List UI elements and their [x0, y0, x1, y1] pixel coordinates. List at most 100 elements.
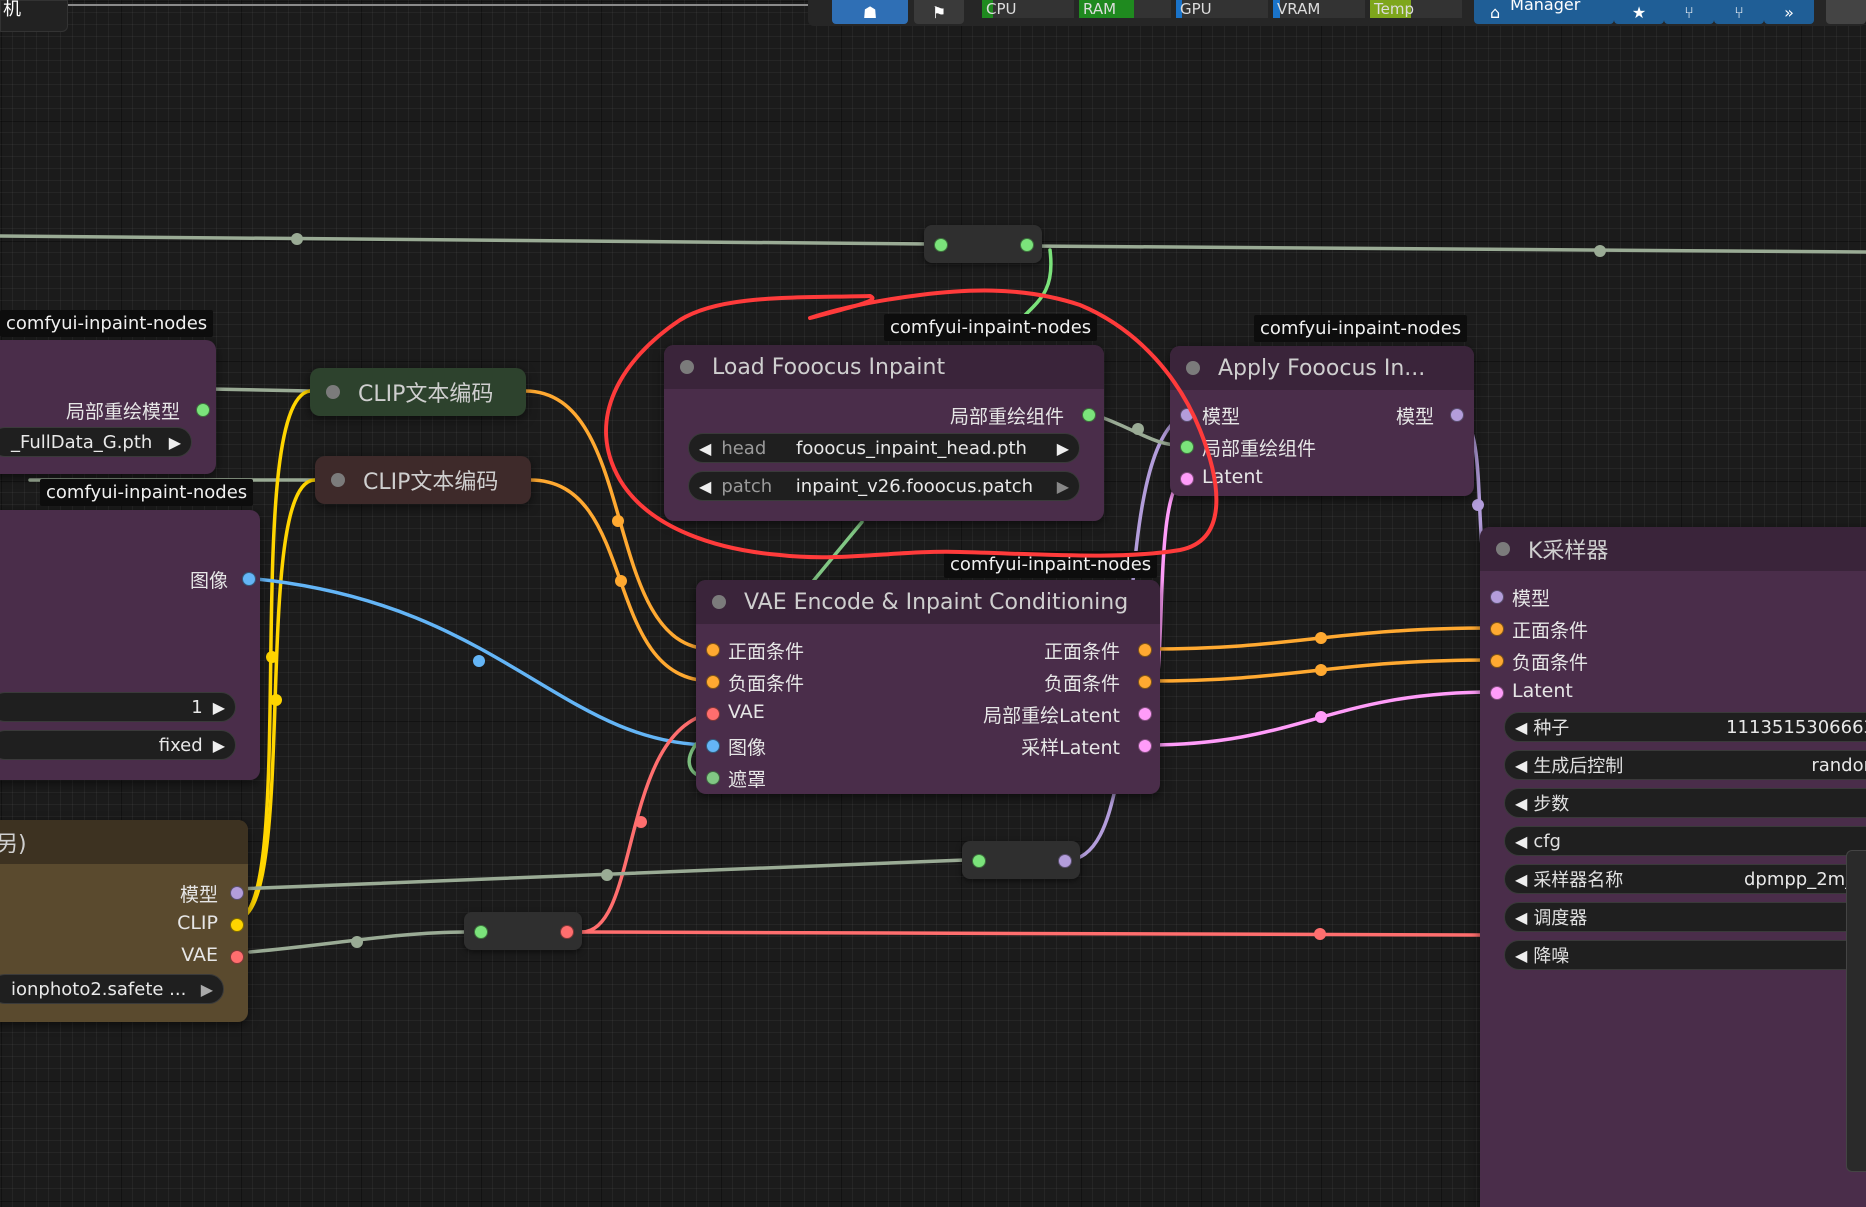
- wire-model-bottom: [234, 858, 967, 891]
- pin-latent-in[interactable]: [1490, 686, 1504, 700]
- pin-inpaint-patch-out[interactable]: [1082, 408, 1096, 422]
- pin-patch-in[interactable]: [1180, 440, 1194, 454]
- reroute-vae-out[interactable]: [560, 925, 574, 939]
- pin-model-in[interactable]: [1490, 590, 1504, 604]
- pin-model-out[interactable]: [230, 886, 244, 900]
- node-image-loader[interactable]: 图像 1 ▶ fixed ▶: [0, 510, 260, 780]
- widget-head[interactable]: ◀ head fooocus_inpaint_head.pth ▶: [688, 433, 1080, 463]
- widget-model-name[interactable]: _FullData_G.pth ▶: [0, 427, 192, 457]
- pin-negative-in[interactable]: [1490, 654, 1504, 668]
- bookmark-button[interactable]: ⚑: [914, 0, 964, 24]
- arrow-right-icon[interactable]: ▶: [213, 698, 225, 717]
- arrow-right-icon[interactable]: ▶: [1057, 439, 1069, 458]
- widget-cfg[interactable]: ◀ cfg: [1504, 826, 1866, 856]
- pin-vae-in[interactable]: [706, 707, 720, 721]
- arrow-left-icon[interactable]: ◀: [699, 477, 711, 496]
- workflow-button[interactable]: ☗: [832, 0, 908, 24]
- pin-inpaint-latent-out[interactable]: [1138, 707, 1152, 721]
- node-vae-encode-inpaint[interactable]: VAE Encode & Inpaint Conditioning 正面条件 负…: [696, 580, 1160, 794]
- widget-ckpt-name[interactable]: ionphoto2.safete ... ▶: [0, 974, 224, 1004]
- input-model: 模型: [1512, 588, 1551, 610]
- source-label: comfyui-inpaint-nodes: [40, 479, 254, 506]
- pin-image-out[interactable]: [242, 572, 256, 586]
- wire-inpaint-model: [208, 387, 312, 393]
- pin-sample-latent-out[interactable]: [1138, 739, 1152, 753]
- left-panel-tab-label: 机: [3, 0, 21, 20]
- arrow-right-icon[interactable]: ▶: [169, 433, 181, 452]
- manager-button[interactable]: ⌂ Manager: [1474, 0, 1614, 24]
- reroute-top[interactable]: [924, 225, 1042, 263]
- widget-seed-label: 种子: [1533, 718, 1570, 739]
- widget-steps[interactable]: ◀ 步数: [1504, 788, 1866, 818]
- node-clip-encode-positive[interactable]: CLIP文本编码: [310, 368, 526, 416]
- output-negative: 负面条件: [1043, 673, 1120, 695]
- node-checkpoint-loader[interactable]: 另) 模型 CLIP VAE ionphoto2.safete ... ▶: [0, 820, 248, 1022]
- node-collapse-dot[interactable]: [331, 473, 345, 487]
- node-load-fooocus-inpaint[interactable]: Load Fooocus Inpaint 局部重绘组件 ◀ head foooc…: [664, 345, 1104, 521]
- reroute-vae-in[interactable]: [474, 925, 488, 939]
- pin-latent-in[interactable]: [1180, 472, 1194, 486]
- reroute-top-in[interactable]: [934, 238, 948, 252]
- panel-button[interactable]: [1826, 0, 1866, 24]
- node-collapse-dot[interactable]: [1186, 361, 1200, 375]
- reroute-model-out[interactable]: [1058, 854, 1072, 868]
- arrow-right-icon[interactable]: ▶: [213, 736, 225, 755]
- widget-control-mode-value: fixed: [158, 734, 203, 756]
- node-collapse-dot[interactable]: [326, 385, 340, 399]
- node-collapse-dot[interactable]: [1496, 542, 1510, 556]
- arrow-left-icon[interactable]: ◀: [699, 439, 711, 458]
- input-negative: 负面条件: [1512, 652, 1589, 674]
- node-inpaint-model-loader[interactable]: 局部重绘模型 _FullData_G.pth ▶: [0, 340, 216, 474]
- pin-positive-in[interactable]: [1490, 622, 1504, 636]
- arrow-left-icon[interactable]: ◀: [1515, 718, 1527, 737]
- workflow-icon: ☗: [862, 2, 878, 22]
- widget-patch[interactable]: ◀ patch inpaint_v26.fooocus.patch ▶: [688, 471, 1080, 501]
- meter-cpu: CPU: [982, 0, 1074, 18]
- output-positive: 正面条件: [1043, 641, 1120, 663]
- arrow-left-icon[interactable]: ◀: [1515, 908, 1527, 927]
- pin-vae-out[interactable]: [230, 950, 244, 964]
- node-collapse-dot[interactable]: [680, 360, 694, 374]
- pin-image-in[interactable]: [706, 739, 720, 753]
- pin-negative-out[interactable]: [1138, 675, 1152, 689]
- pin-clip-out[interactable]: [230, 918, 244, 932]
- arrow-left-icon[interactable]: ◀: [1515, 832, 1527, 851]
- widget-scheduler[interactable]: ◀ 调度器: [1504, 902, 1866, 932]
- widget-seed[interactable]: ◀ 种子 1113515306663: [1504, 712, 1866, 742]
- pin-negative-in[interactable]: [706, 675, 720, 689]
- arrow-left-icon[interactable]: ◀: [1515, 794, 1527, 813]
- pin-positive-out[interactable]: [1138, 643, 1152, 657]
- widget-model-name-value: _FullData_G.pth: [11, 431, 153, 453]
- node-collapse-dot[interactable]: [712, 595, 726, 609]
- arrow-left-icon[interactable]: ◀: [1515, 756, 1527, 775]
- reroute-model[interactable]: [962, 841, 1080, 879]
- widget-sampler-name[interactable]: ◀ 采样器名称 dpmpp_2m_sd: [1504, 864, 1866, 894]
- forward-button[interactable]: »: [1764, 0, 1814, 24]
- arrow-left-icon[interactable]: ◀: [1515, 870, 1527, 889]
- pin-model-in[interactable]: [1180, 408, 1194, 422]
- reroute-model-in[interactable]: [972, 854, 986, 868]
- share-alt-button[interactable]: ⑂: [1714, 0, 1764, 24]
- node-apply-fooocus-inpaint[interactable]: Apply Fooocus In... 模型 局部重绘组件 Latent 模型: [1170, 346, 1474, 496]
- pin-inpaint-model-out[interactable]: [196, 403, 210, 417]
- star-button[interactable]: ★: [1614, 0, 1664, 24]
- reroute-vae[interactable]: [464, 912, 582, 950]
- widget-batch-index[interactable]: 1 ▶: [0, 692, 236, 722]
- pin-mask-in[interactable]: [706, 771, 720, 785]
- node-clip-encode-negative[interactable]: CLIP文本编码: [315, 456, 531, 504]
- pin-positive-in[interactable]: [706, 643, 720, 657]
- reroute-top-out[interactable]: [1020, 238, 1034, 252]
- left-panel-tab[interactable]: 机: [0, 0, 68, 32]
- meter-cpu-label: CPU: [986, 0, 1017, 18]
- node-ksampler[interactable]: K采样器 模型 正面条件 负面条件 Latent ◀ 种子 1113515306…: [1480, 527, 1866, 1207]
- arrow-left-icon[interactable]: ◀: [1515, 946, 1527, 965]
- arrow-right-icon[interactable]: ▶: [201, 980, 213, 999]
- widget-control-after[interactable]: ◀ 生成后控制 randon: [1504, 750, 1866, 780]
- arrow-right-icon[interactable]: ▶: [1057, 477, 1069, 496]
- widget-control-mode[interactable]: fixed ▶: [0, 730, 236, 760]
- widget-steps-label: 步数: [1533, 794, 1570, 815]
- pin-model-out[interactable]: [1450, 408, 1464, 422]
- share-button[interactable]: ⑂: [1664, 0, 1714, 24]
- node-title: 另): [0, 832, 27, 857]
- widget-denoise[interactable]: ◀ 降噪: [1504, 940, 1866, 970]
